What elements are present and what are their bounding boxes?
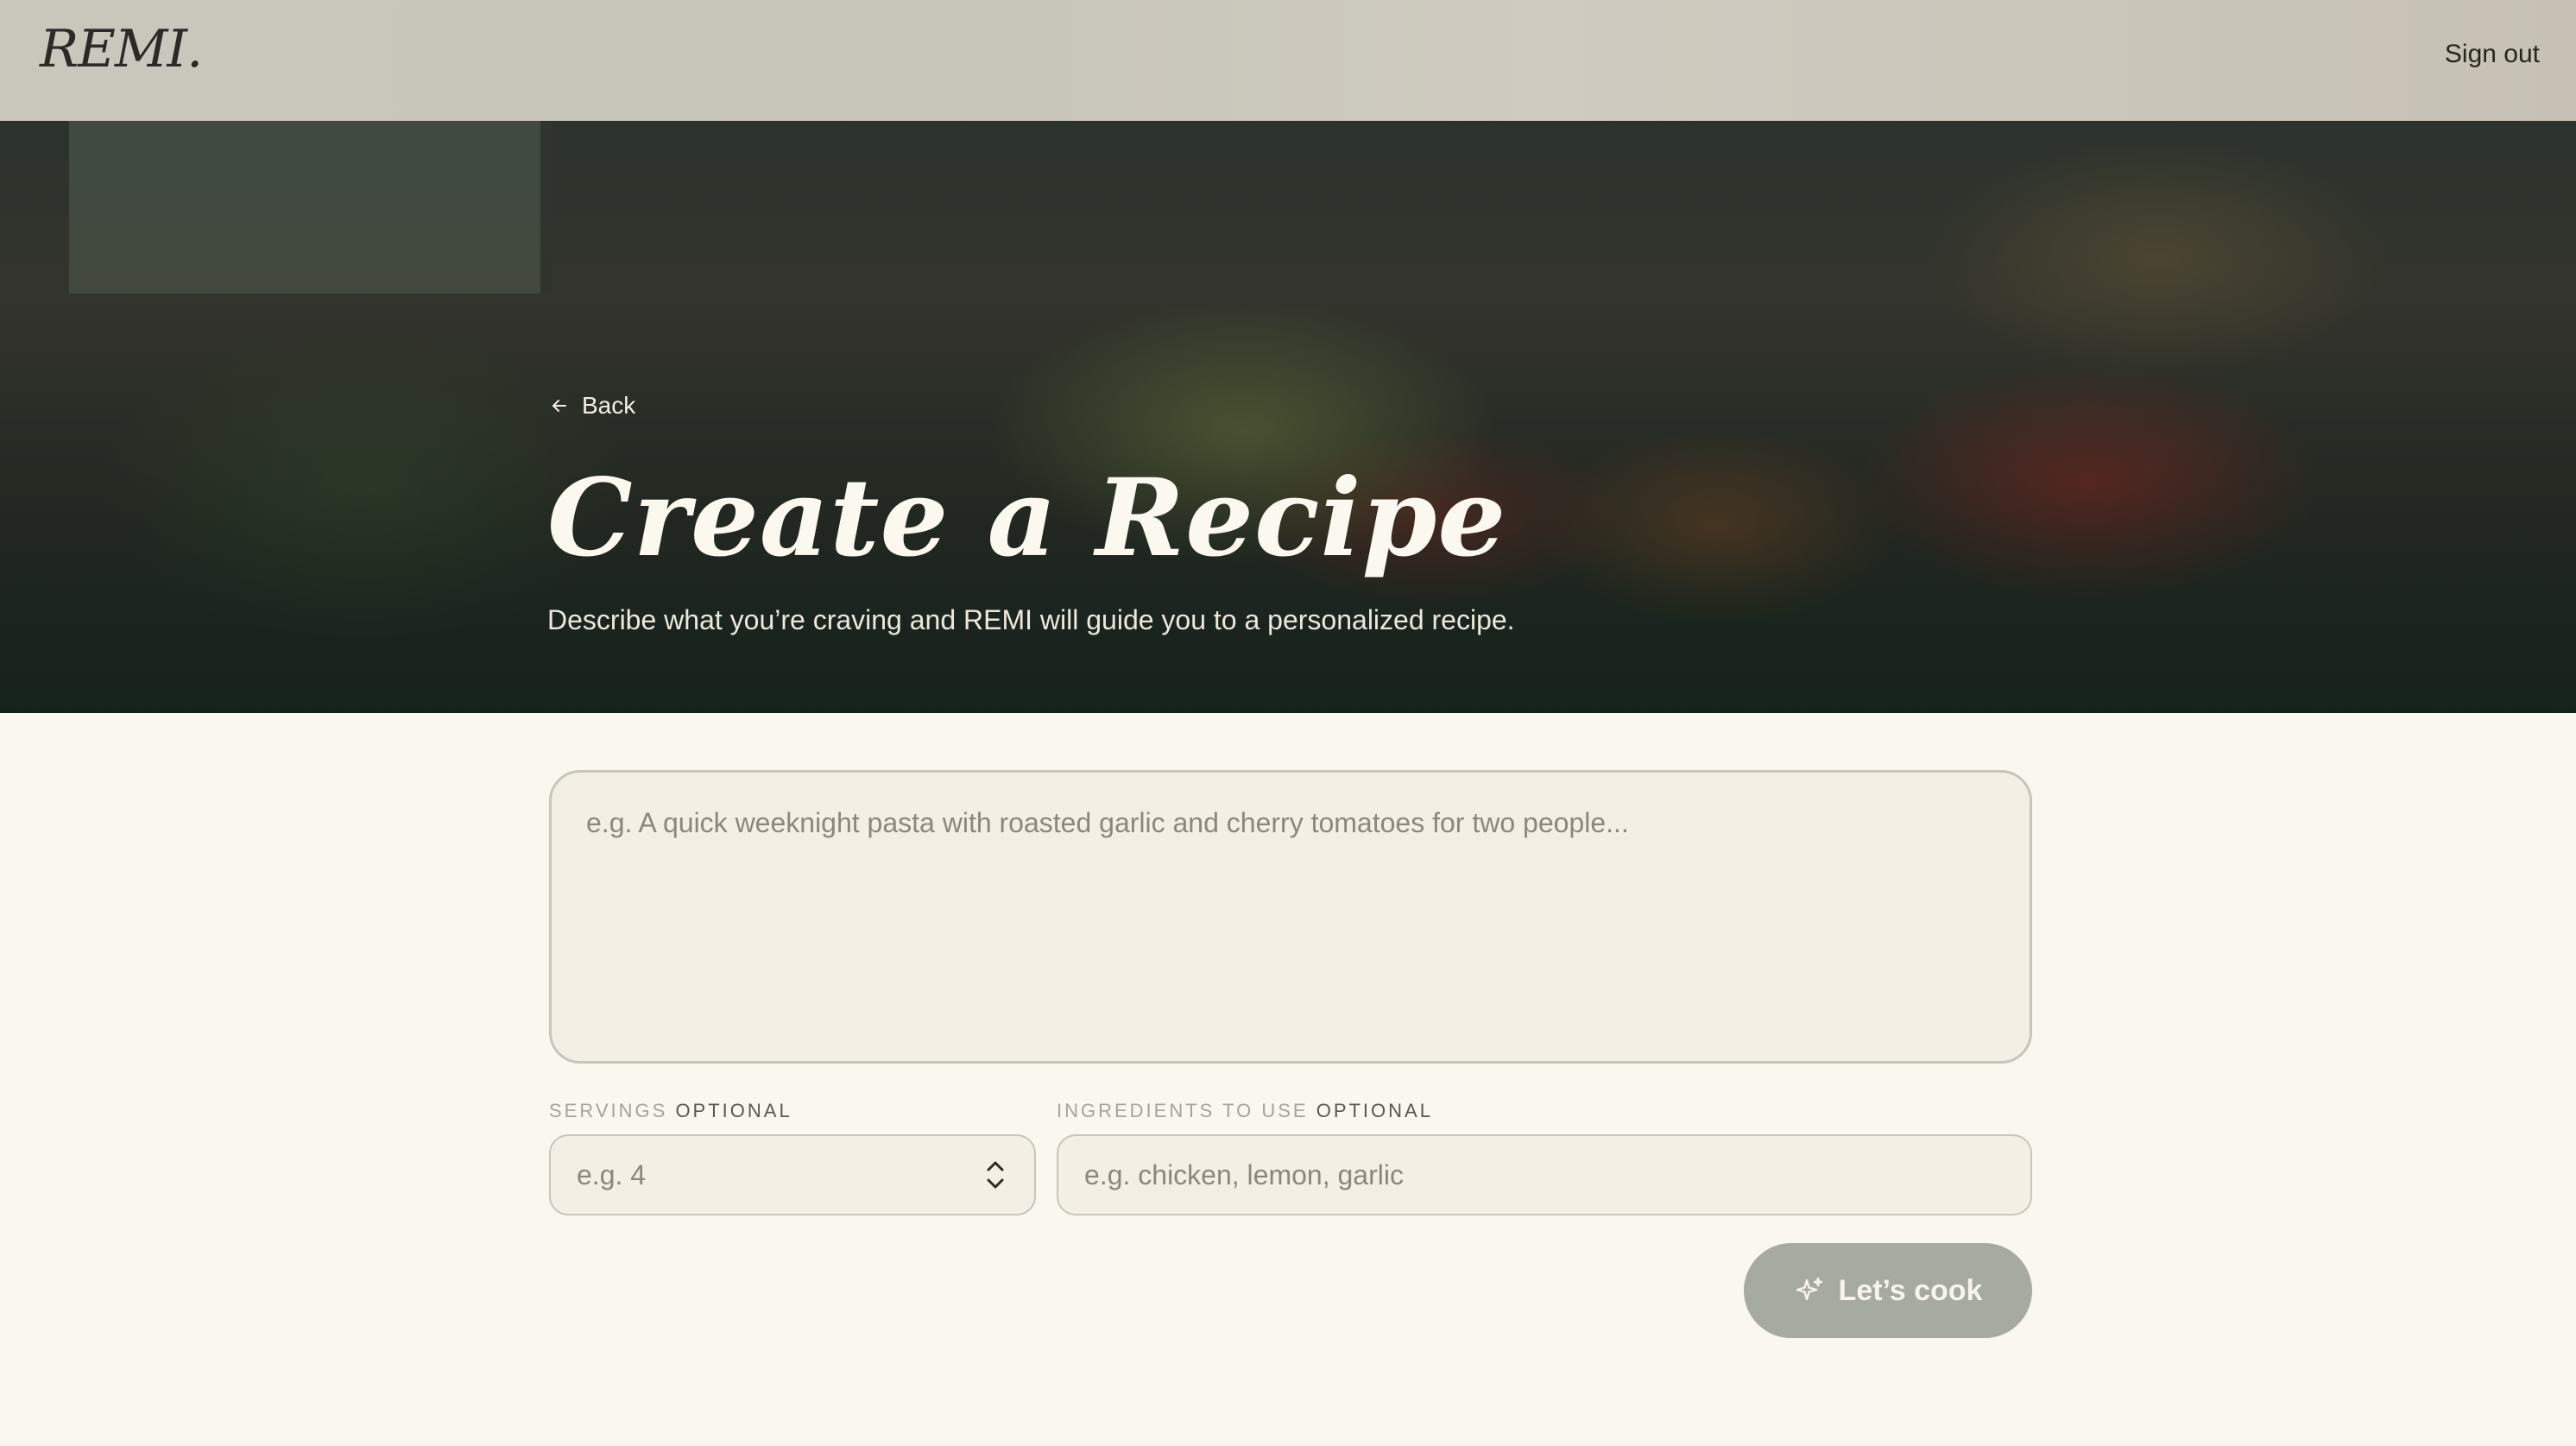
servings-input[interactable] — [549, 1134, 1036, 1216]
logo[interactable]: REMI. — [40, 19, 203, 79]
lets-cook-button[interactable]: Let’s cook — [1744, 1243, 2032, 1338]
ingredients-label: INGREDIENTS TO USE OPTIONAL — [1057, 1100, 1433, 1121]
ingredients-optional-tag: OPTIONAL — [1316, 1100, 1433, 1121]
sparkle-icon — [1796, 1277, 1822, 1301]
recipe-prompt-input[interactable] — [549, 770, 2032, 1064]
sign-out-link[interactable]: Sign out — [2445, 40, 2540, 69]
chevron-up-down-icon[interactable] — [982, 1157, 1008, 1193]
lets-cook-label: Let’s cook — [1838, 1273, 1983, 1307]
back-label: Back — [582, 392, 636, 419]
top-bar: REMI. Sign out — [0, 0, 2576, 121]
page-subtitle: Describe what you’re craving and REMI wi… — [547, 604, 1515, 635]
page-title: Create a Recipe — [547, 456, 1507, 581]
back-link[interactable]: Back — [549, 392, 635, 420]
arrow-left-icon — [552, 400, 566, 412]
ingredients-input[interactable] — [1057, 1134, 2032, 1216]
hero-banner: Back Create a Recipe Describe what you’r… — [0, 121, 2576, 713]
servings-optional-tag: OPTIONAL — [675, 1100, 792, 1121]
servings-label: SERVINGS OPTIONAL — [549, 1100, 792, 1121]
